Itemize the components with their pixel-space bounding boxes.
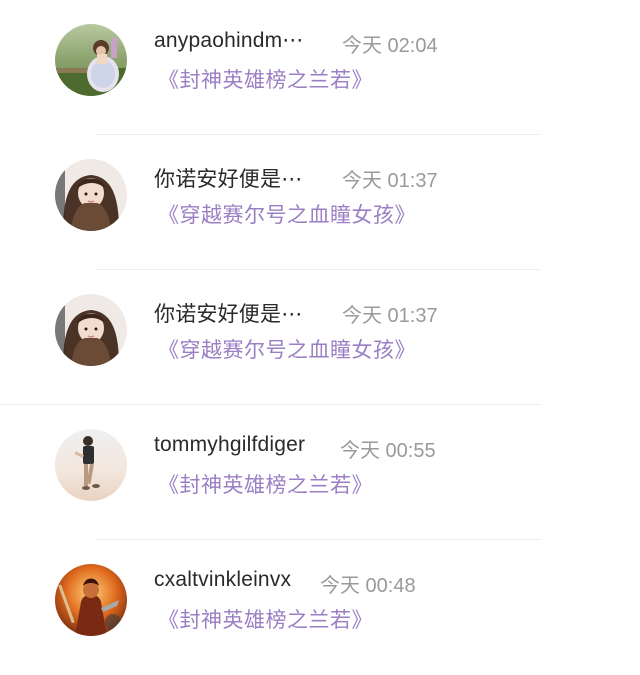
avatar-warrior-fire-art-icon: [55, 564, 127, 636]
username[interactable]: 你诺安好便是⋯: [154, 163, 302, 193]
book-title-link[interactable]: 《穿越赛尔号之血瞳女孩》: [158, 334, 416, 364]
avatar[interactable]: [55, 294, 127, 366]
comment-row[interactable]: tommyhgilfdiger 今天 00:55 《封神英雄榜之兰若》: [0, 405, 640, 540]
avatar[interactable]: [55, 564, 127, 636]
avatar[interactable]: [55, 159, 127, 231]
comment-feed: anypaohindm⋯ 今天 02:04 《封神英雄榜之兰若》 你诺安好便是⋯…: [0, 0, 640, 636]
comment-row[interactable]: 你诺安好便是⋯ 今天 01:37 《穿越赛尔号之血瞳女孩》: [0, 270, 640, 405]
timestamp: 今天 00:55: [340, 440, 436, 462]
username[interactable]: anypaohindm⋯: [154, 28, 304, 53]
book-title-link[interactable]: 《封神英雄榜之兰若》: [158, 469, 373, 499]
avatar-walking-man-photo-icon: [55, 429, 127, 501]
username[interactable]: tommyhgilfdiger: [154, 433, 305, 457]
book-title-link[interactable]: 《穿越赛尔号之血瞳女孩》: [158, 199, 416, 229]
timestamp: 今天 01:37: [342, 170, 438, 192]
username[interactable]: cxaltvinkleinvx: [154, 568, 291, 592]
avatar-long-hair-girl-photo-icon: [55, 159, 127, 231]
avatar[interactable]: [55, 429, 127, 501]
timestamp: 今天 00:48: [320, 575, 416, 597]
timestamp: 今天 02:04: [342, 35, 438, 57]
comment-row[interactable]: 你诺安好便是⋯ 今天 01:37 《穿越赛尔号之血瞳女孩》: [0, 135, 640, 270]
book-title-link[interactable]: 《封神英雄榜之兰若》: [158, 64, 373, 94]
avatar[interactable]: [55, 24, 127, 96]
avatar-long-hair-girl-photo-icon: [55, 294, 127, 366]
avatar-girl-lawn-photo-icon: [55, 24, 127, 96]
comment-row[interactable]: anypaohindm⋯ 今天 02:04 《封神英雄榜之兰若》: [0, 0, 640, 135]
timestamp: 今天 01:37: [342, 305, 438, 327]
book-title-link[interactable]: 《封神英雄榜之兰若》: [158, 604, 373, 634]
username[interactable]: 你诺安好便是⋯: [154, 298, 302, 328]
comment-row[interactable]: cxaltvinkleinvx 今天 00:48 《封神英雄榜之兰若》: [0, 540, 640, 675]
